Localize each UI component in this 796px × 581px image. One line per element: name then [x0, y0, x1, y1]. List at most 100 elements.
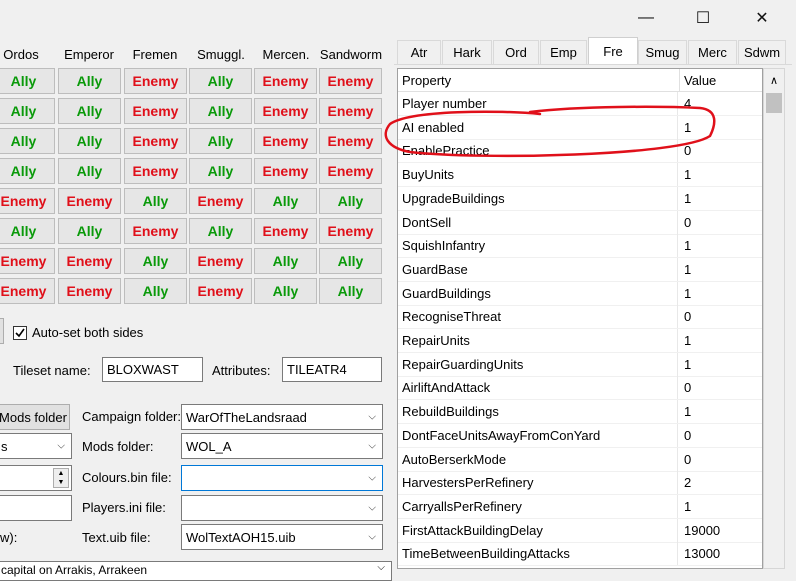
property-row[interactable]: AirliftAndAttack 0 [398, 376, 762, 401]
left-empty-input[interactable] [0, 495, 72, 521]
property-row[interactable]: AutoBerserkMode 0 [398, 447, 762, 472]
relation-cell[interactable]: Enemy [0, 188, 55, 214]
relation-cell[interactable]: Ally [58, 98, 121, 124]
property-value[interactable]: 1 [680, 353, 762, 376]
description-field[interactable]: capital on Arrakis, Arrakeen ⌵ [0, 561, 392, 581]
property-value[interactable]: 19000 [680, 519, 762, 542]
property-value[interactable]: 0 [680, 424, 762, 447]
relation-cell[interactable]: Enemy [254, 158, 317, 184]
relation-cell[interactable]: Enemy [189, 248, 252, 274]
grid-scrollbar[interactable]: ∧ [763, 68, 785, 569]
number-spinner[interactable]: ▲ ▼ [0, 465, 72, 491]
relation-cell[interactable]: Ally [0, 128, 55, 154]
relation-cell[interactable]: Ally [58, 68, 121, 94]
relation-cell[interactable]: Ally [319, 248, 382, 274]
relation-cell[interactable]: Enemy [254, 128, 317, 154]
relation-cell[interactable]: Ally [189, 218, 252, 244]
spinner-down-icon[interactable]: ▼ [54, 478, 68, 487]
colours-select[interactable]: ⌵ [181, 465, 383, 491]
players-select[interactable]: ⌵ [181, 495, 383, 521]
relation-cell[interactable]: Enemy [124, 68, 187, 94]
relation-cell[interactable]: Ally [319, 188, 382, 214]
property-row[interactable]: RebuildBuildings 1 [398, 400, 762, 425]
relation-cell[interactable]: Ally [189, 98, 252, 124]
tab-merc[interactable]: Merc [688, 40, 737, 64]
relation-cell[interactable]: Ally [254, 248, 317, 274]
relation-cell[interactable]: Ally [189, 128, 252, 154]
relation-cell[interactable]: Enemy [58, 188, 121, 214]
property-row[interactable]: TimeBetweenBuildingAttacks 13000 [398, 542, 762, 567]
tab-hark[interactable]: Hark [442, 40, 492, 64]
mods-folder-button[interactable]: Mods folder [0, 404, 70, 430]
relation-cell[interactable]: Enemy [58, 248, 121, 274]
relation-cell[interactable]: Ally [124, 248, 187, 274]
property-value[interactable]: 2 [680, 471, 762, 494]
relation-cell[interactable]: Enemy [189, 188, 252, 214]
relation-cell[interactable]: Ally [58, 218, 121, 244]
relation-cell[interactable]: Enemy [319, 128, 382, 154]
property-value[interactable]: 0 [680, 448, 762, 471]
relation-cell[interactable]: Ally [189, 68, 252, 94]
relation-cell[interactable]: Ally [58, 158, 121, 184]
tab-emp[interactable]: Emp [540, 40, 587, 64]
property-column-header[interactable]: Property [398, 69, 680, 92]
relation-cell[interactable]: Enemy [124, 98, 187, 124]
property-value[interactable]: 0 [680, 376, 762, 399]
relation-cell[interactable]: Ally [254, 188, 317, 214]
relation-cell[interactable]: Enemy [319, 218, 382, 244]
tab-fre[interactable]: Fre [588, 37, 638, 65]
partial-left-control[interactable] [0, 318, 4, 344]
property-row[interactable]: RecogniseThreat 0 [398, 305, 762, 330]
property-row[interactable]: GuardBase 1 [398, 257, 762, 282]
maximize-button[interactable]: ☐ [683, 6, 723, 30]
property-value[interactable]: 1 [680, 258, 762, 281]
tab-sdwm[interactable]: Sdwm [738, 40, 786, 64]
relation-cell[interactable]: Ally [319, 278, 382, 304]
relation-cell[interactable]: Ally [0, 68, 55, 94]
relation-cell[interactable]: Enemy [0, 278, 55, 304]
relation-cell[interactable]: Enemy [319, 158, 382, 184]
close-button[interactable]: ✕ [742, 6, 782, 30]
tab-atr[interactable]: Atr [397, 40, 441, 64]
relation-cell[interactable]: Enemy [319, 68, 382, 94]
relation-cell[interactable]: Ally [124, 188, 187, 214]
scroll-thumb[interactable] [766, 93, 782, 113]
attributes-input[interactable]: TILEATR4 [282, 357, 382, 382]
property-value[interactable]: 1 [680, 282, 762, 305]
relation-cell[interactable]: Enemy [319, 98, 382, 124]
relation-cell[interactable]: Ally [189, 158, 252, 184]
relation-cell[interactable]: Ally [0, 158, 55, 184]
relation-cell[interactable]: Ally [124, 278, 187, 304]
property-value[interactable]: 1 [680, 495, 762, 518]
relation-cell[interactable]: Enemy [124, 128, 187, 154]
property-row[interactable]: DontSell 0 [398, 210, 762, 235]
relation-cell[interactable]: Enemy [254, 68, 317, 94]
property-value[interactable]: 1 [680, 329, 762, 352]
relation-cell[interactable]: Ally [58, 128, 121, 154]
relation-cell[interactable]: Ally [254, 278, 317, 304]
property-row[interactable]: GuardBuildings 1 [398, 281, 762, 306]
relation-cell[interactable]: Enemy [124, 218, 187, 244]
relation-cell[interactable]: Enemy [254, 98, 317, 124]
mods-folder-select[interactable]: WOL_A ⌵ [181, 433, 383, 459]
property-row[interactable]: BuyUnits 1 [398, 163, 762, 188]
textuib-select[interactable]: WolTextAOH15.uib ⌵ [181, 524, 383, 550]
left-select[interactable]: s ⌵ [0, 433, 72, 459]
tileset-input[interactable]: BLOXWAST [102, 357, 203, 382]
property-value[interactable]: 1 [680, 400, 762, 423]
property-value[interactable]: 0 [680, 211, 762, 234]
tab-ord[interactable]: Ord [493, 40, 539, 64]
spinner-up-icon[interactable]: ▲ [54, 469, 68, 478]
value-column-header[interactable]: Value [680, 69, 762, 92]
property-row[interactable]: RepairGuardingUnits 1 [398, 352, 762, 377]
relation-cell[interactable]: Ally [0, 98, 55, 124]
property-value[interactable]: 1 [680, 163, 762, 186]
property-value[interactable]: 1 [680, 234, 762, 257]
property-row[interactable]: HarvestersPerRefinery 2 [398, 471, 762, 496]
relation-cell[interactable]: Ally [0, 218, 55, 244]
property-value[interactable]: 13000 [680, 542, 762, 565]
relation-cell[interactable]: Enemy [124, 158, 187, 184]
relation-cell[interactable]: Enemy [58, 278, 121, 304]
relation-cell[interactable]: Enemy [0, 248, 55, 274]
property-row[interactable]: DontFaceUnitsAwayFromConYard 0 [398, 423, 762, 448]
